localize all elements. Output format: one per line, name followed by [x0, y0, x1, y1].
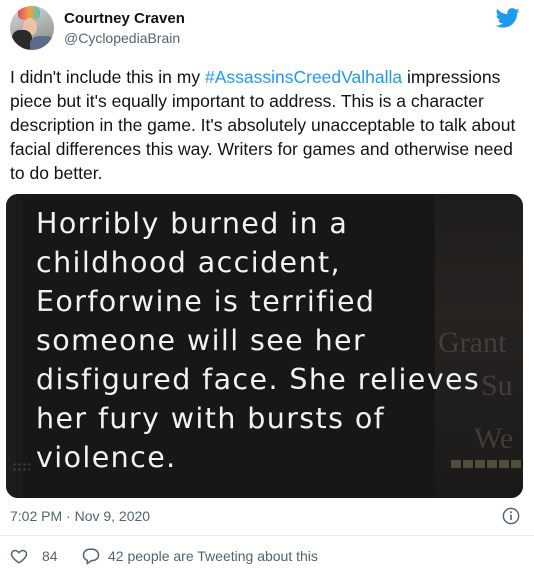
tweet-timestamp[interactable]: 7:02 PM · Nov 9, 2020	[10, 508, 150, 524]
conversation-link[interactable]: 42 people are Tweeting about this	[82, 546, 318, 566]
conversation-text: 42 people are Tweeting about this	[108, 548, 318, 564]
info-icon[interactable]	[502, 507, 520, 525]
media-dots	[12, 462, 30, 472]
hashtag-link[interactable]: #AssassinsCreedValhalla	[205, 67, 402, 87]
tweet-text-before: I didn't include this in my	[10, 67, 205, 87]
avatar-body	[30, 36, 54, 50]
tweet-card: Courtney Craven @CyclopediaBrain I didn'…	[0, 0, 534, 569]
media-left-strip	[6, 194, 28, 498]
avatar-cat	[12, 30, 32, 50]
media-caption: Horribly burned in a childhood accident,…	[36, 207, 481, 474]
like-count: 84	[42, 548, 58, 564]
avatar[interactable]	[10, 6, 54, 50]
divider	[0, 535, 534, 536]
author-handle[interactable]: @CyclopediaBrain	[64, 30, 180, 46]
speech-bubble-icon	[82, 548, 100, 565]
media-image[interactable]: Grant Su We Horribly burned in a childho…	[6, 194, 523, 498]
like-button[interactable]: 84	[10, 546, 58, 566]
tweet-text: I didn't include this in my #AssassinsCr…	[10, 65, 525, 185]
heart-icon	[10, 549, 28, 564]
author-name[interactable]: Courtney Craven	[64, 10, 185, 27]
twitter-bird-icon[interactable]	[496, 8, 520, 28]
